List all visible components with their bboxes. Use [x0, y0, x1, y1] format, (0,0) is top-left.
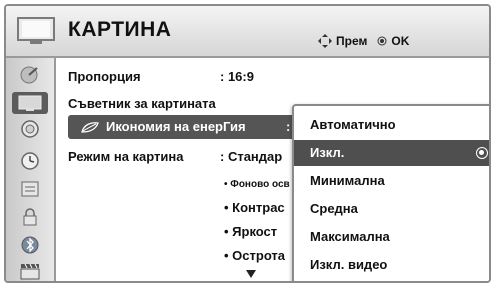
radio-selected-icon — [476, 147, 488, 159]
picture-mode-value: : Стандар — [220, 149, 283, 164]
sidebar-item-lock[interactable] — [12, 206, 48, 228]
energy-saving-colon: : — [286, 119, 291, 134]
picture-menu-window: КАРТИНА Прем OK Пропорция: 16:9 Съветни… — [4, 4, 491, 283]
option-screen-off[interactable]: Изкл. видео — [294, 252, 489, 278]
sidebar-item-picture[interactable] — [12, 92, 48, 114]
menu-header: КАРТИНА Прем OK — [6, 6, 489, 58]
bluetooth-icon — [21, 236, 39, 254]
brightness-item[interactable]: • Яркост — [224, 224, 277, 239]
nav-hint: Прем OK — [318, 34, 409, 48]
aspect-ratio-value: : 16:9 — [220, 69, 254, 84]
clock-icon — [21, 152, 39, 170]
ok-button-icon — [377, 36, 387, 46]
picture-icon — [18, 95, 42, 111]
hint-ok-label: OK — [391, 34, 410, 48]
sidebar-item-option[interactable] — [12, 178, 48, 200]
sidebar-item-time[interactable] — [12, 150, 48, 172]
option-minimum[interactable]: Минимална — [294, 168, 489, 194]
option-maximum[interactable]: Максимална — [294, 224, 489, 250]
contrast-item[interactable]: • Контрас — [224, 200, 285, 215]
picture-wizard-item[interactable]: Съветник за картината — [68, 96, 216, 111]
sidebar-item-setup[interactable] — [12, 64, 48, 86]
sidebar-item-media[interactable] — [12, 260, 48, 281]
option-medium[interactable]: Средна — [294, 196, 489, 222]
scroll-down-icon[interactable] — [246, 270, 256, 278]
page-title: КАРТИНА — [68, 18, 172, 41]
sharpness-item[interactable]: • Острота — [224, 248, 285, 263]
energy-saving-dropdown: Автоматично Изкл. Минимална Средна Макси… — [292, 104, 489, 281]
leaf-icon — [81, 122, 99, 133]
clapper-icon — [20, 263, 40, 280]
sidebar-item-bluetooth[interactable] — [12, 234, 48, 256]
move-arrows-icon — [318, 34, 332, 48]
lock-icon — [23, 208, 37, 226]
option-box-icon — [21, 181, 39, 197]
option-auto[interactable]: Автоматично — [294, 112, 489, 138]
option-off[interactable]: Изкл. — [294, 140, 489, 166]
picture-mode-label[interactable]: Режим на картина — [68, 149, 183, 164]
option-off-label: Изкл. — [310, 145, 345, 160]
speaker-icon — [21, 120, 39, 138]
satellite-dish-icon — [20, 66, 38, 84]
sidebar-item-audio[interactable] — [12, 118, 48, 140]
backlight-item[interactable]: • Фоново осв — [224, 179, 290, 190]
hint-move-label: Прем — [336, 34, 368, 48]
aspect-ratio-label[interactable]: Пропорция — [68, 69, 141, 84]
tv-icon — [17, 17, 55, 44]
energy-saving-item[interactable]: Икономия на енерГия : — [68, 115, 298, 139]
energy-saving-label: Икономия на енерГия — [106, 119, 246, 134]
category-sidebar — [6, 58, 56, 281]
